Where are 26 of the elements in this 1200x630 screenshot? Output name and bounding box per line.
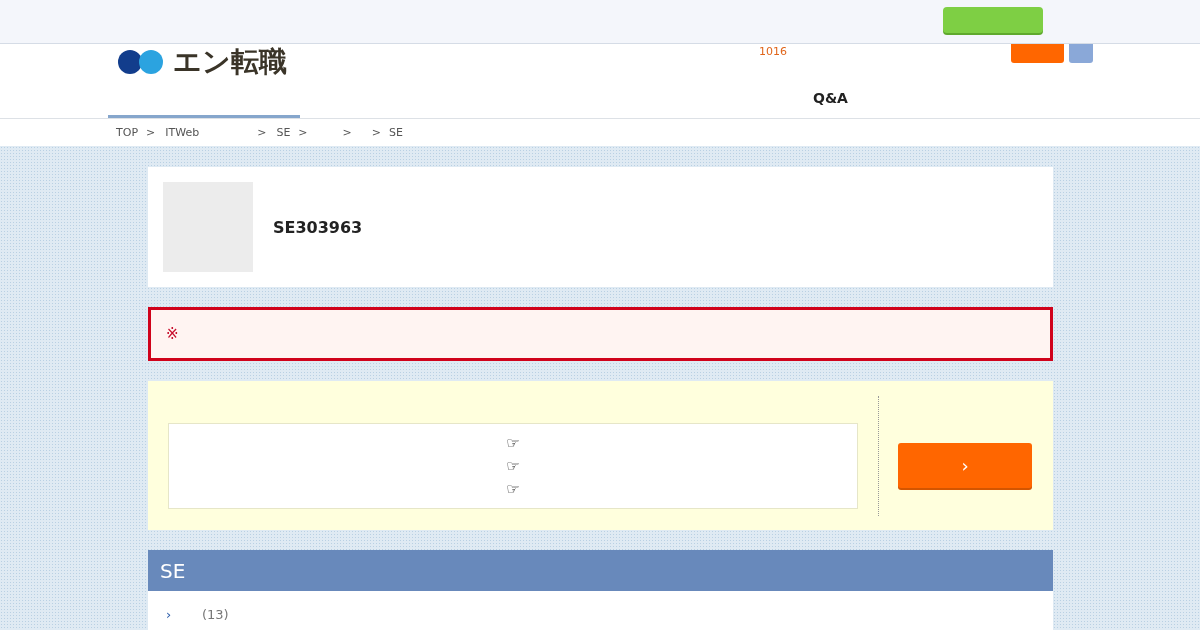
breadcrumb-item[interactable]: > <box>342 126 352 139</box>
breadcrumb-item: > <box>298 126 308 139</box>
logo-icon <box>118 50 163 74</box>
count-text: 1016 <box>759 45 787 58</box>
breadcrumb-item[interactable]: ITWeb <box>165 126 200 139</box>
alert-mark: ※ <box>166 325 179 343</box>
hand-point: ☞ <box>506 478 520 499</box>
breadcrumb-item: > <box>146 126 156 139</box>
job-title: SE303963 <box>273 217 363 237</box>
logo-text: エン転職 <box>173 48 287 76</box>
header-button[interactable] <box>1069 44 1093 63</box>
hand-point: ☞ <box>506 432 520 453</box>
list-row[interactable]: › (13) <box>148 591 1053 630</box>
count-text: (13) <box>202 606 229 622</box>
section-header: SE <box>148 550 1053 591</box>
header-button[interactable] <box>943 7 1043 33</box>
breadcrumb-item[interactable]: TOP <box>116 126 138 139</box>
chevron-text: › <box>166 606 173 622</box>
header-button[interactable] <box>1011 44 1064 63</box>
hand-point: ☞ <box>506 455 520 476</box>
tab-indicator[interactable] <box>108 115 300 118</box>
breadcrumb-item[interactable]: SE <box>276 126 291 139</box>
breadcrumb-item[interactable]: SE <box>389 126 403 139</box>
breadcrumb-item: > <box>257 126 267 139</box>
breadcrumb-item: > <box>371 126 381 139</box>
nav-link[interactable]: Q&A <box>813 90 848 106</box>
